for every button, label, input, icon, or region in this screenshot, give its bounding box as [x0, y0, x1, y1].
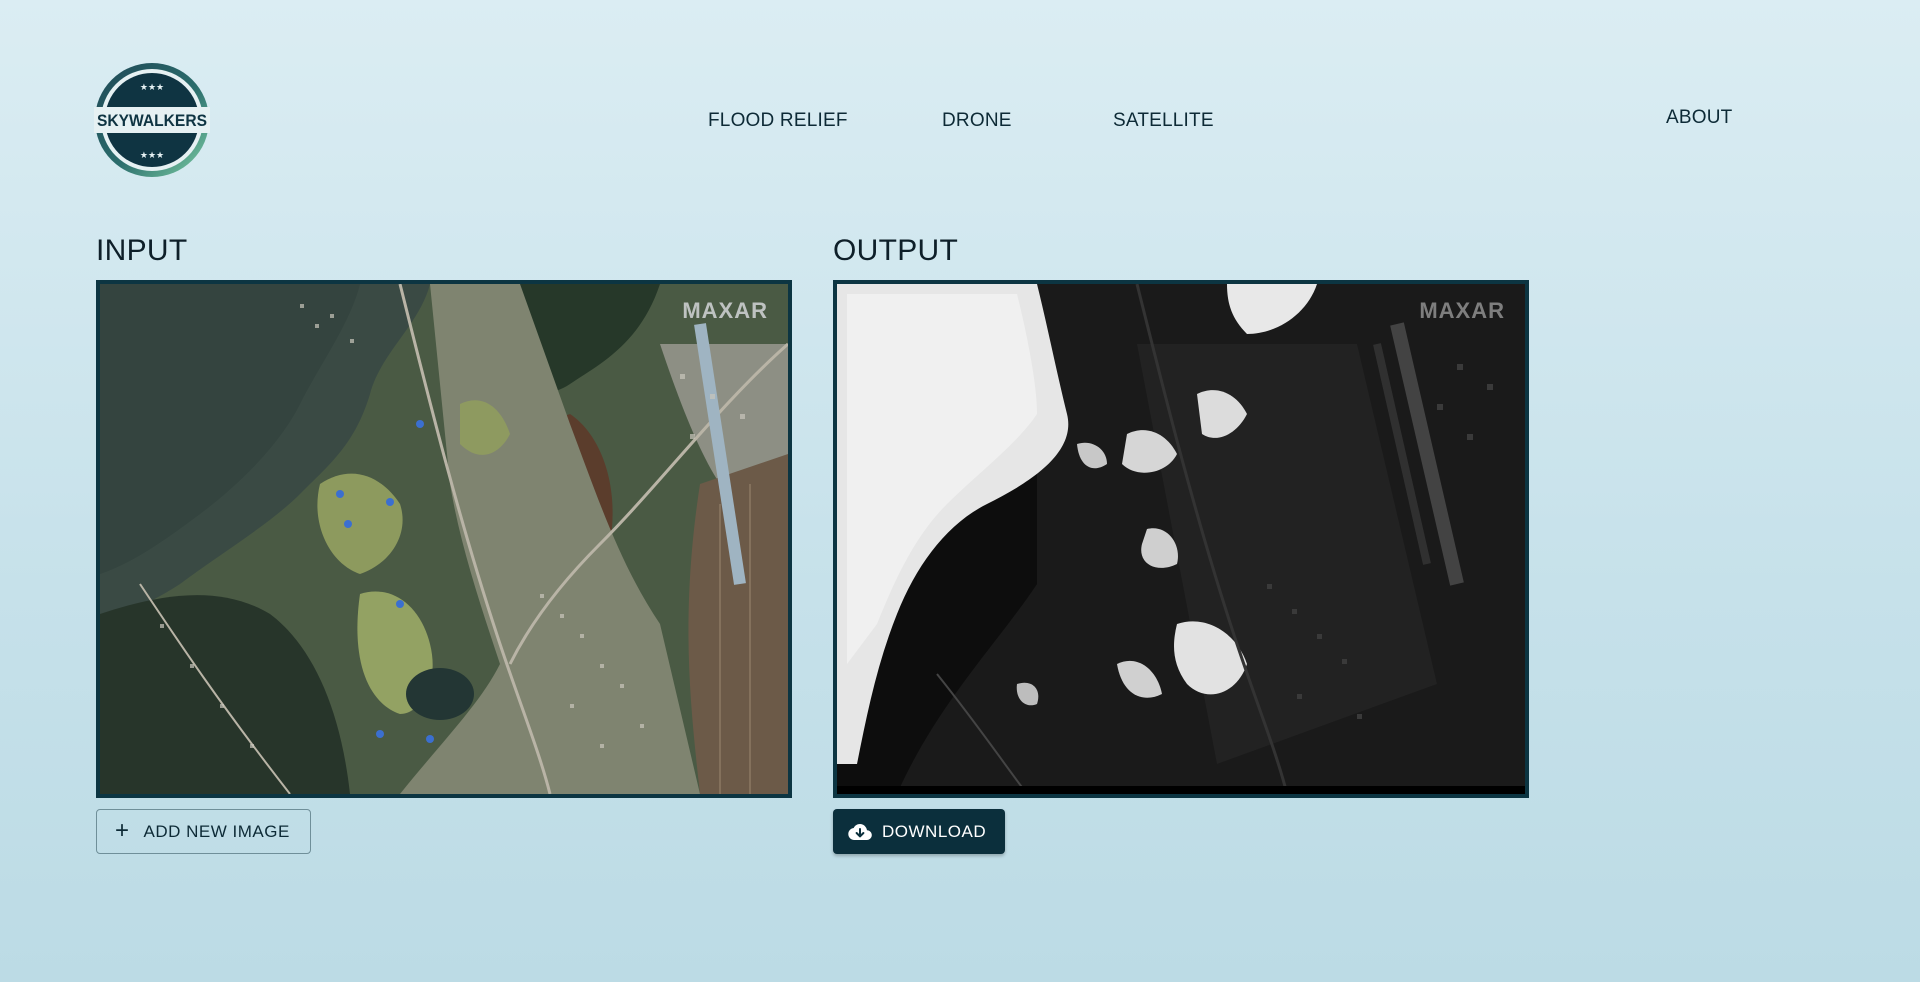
logo-stars-bottom: ★★★ — [140, 151, 164, 161]
satellite-image — [100, 284, 788, 794]
logo-stars-top: ★★★ — [140, 83, 164, 93]
download-button[interactable]: DOWNLOAD — [833, 809, 1005, 854]
nav-drone[interactable]: DRONE — [942, 110, 1012, 132]
plus-icon: + — [115, 816, 130, 844]
output-title: OUTPUT — [833, 234, 959, 267]
nav-satellite[interactable]: SATELLITE — [1113, 110, 1214, 132]
add-new-image-button[interactable]: + ADD NEW IMAGE — [96, 809, 311, 854]
main-nav: FLOOD RELIEF DRONE SATELLITE ABOUT — [0, 106, 1920, 132]
input-title: INPUT — [96, 234, 188, 267]
input-image: MAXAR — [96, 280, 792, 798]
cloud-download-icon — [848, 823, 872, 841]
segmentation-mask-image — [837, 284, 1525, 794]
download-label: DOWNLOAD — [882, 821, 987, 841]
maxar-watermark: MAXAR — [1419, 298, 1505, 323]
output-image: MAXAR — [833, 280, 1529, 798]
maxar-watermark: MAXAR — [682, 298, 768, 323]
add-new-image-label: ADD NEW IMAGE — [143, 821, 290, 841]
nav-flood-relief[interactable]: FLOOD RELIEF — [708, 110, 848, 132]
nav-about[interactable]: ABOUT — [1666, 107, 1732, 129]
output-panel: OUTPUT MAXAR — [833, 232, 1529, 798]
input-panel: INPUT MAXAR — [96, 232, 792, 798]
